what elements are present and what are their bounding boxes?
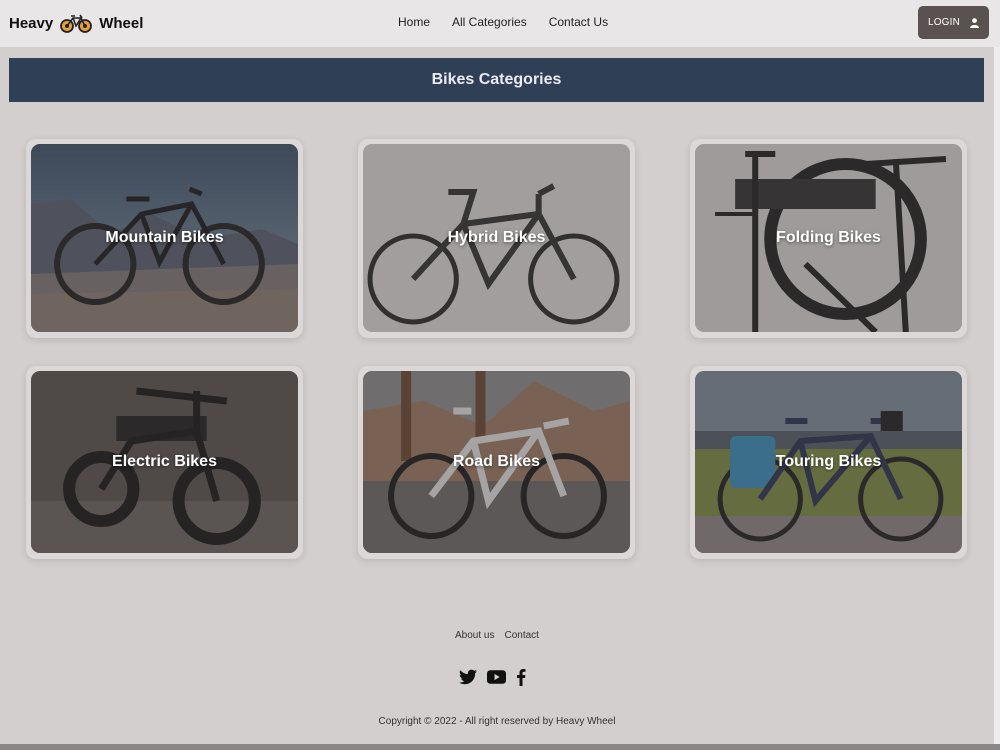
- youtube-icon[interactable]: [487, 670, 506, 684]
- footer-link-contact[interactable]: Contact: [504, 630, 538, 641]
- social-links: [459, 668, 526, 686]
- category-card-image: Touring Bikes: [695, 371, 962, 553]
- category-card-image: Hybrid Bikes: [363, 144, 630, 332]
- page-title: Bikes Categories: [431, 71, 562, 88]
- footer-links: About us Contact: [455, 630, 539, 641]
- category-label: Folding Bikes: [776, 229, 881, 246]
- category-card-image: Mountain Bikes: [31, 144, 298, 332]
- brand-name-right: Wheel: [99, 14, 144, 32]
- category-card-touring[interactable]: Touring Bikes: [690, 366, 967, 559]
- twitter-icon[interactable]: [459, 669, 477, 685]
- category-card-mountain[interactable]: Mountain Bikes: [26, 139, 303, 338]
- nav-menu: Home All Categories Contact Us: [398, 15, 608, 29]
- nav-link-contact-us[interactable]: Contact Us: [549, 15, 608, 29]
- login-button[interactable]: LOGIN: [918, 6, 989, 39]
- footer-link-about[interactable]: About us: [455, 630, 494, 641]
- category-label: Mountain Bikes: [105, 229, 224, 246]
- category-card-image: Road Bikes: [363, 371, 630, 553]
- category-label: Touring Bikes: [775, 453, 882, 470]
- category-label: Hybrid Bikes: [447, 229, 546, 246]
- category-card-image: Electric Bikes: [31, 371, 298, 553]
- navbar: Heavy Wheel Home All Categories Contact …: [0, 0, 1000, 47]
- facebook-icon[interactable]: [516, 668, 526, 686]
- nav-link-all-categories[interactable]: All Categories: [452, 15, 527, 29]
- window-bottom-edge: [0, 744, 1000, 750]
- category-card-road[interactable]: Road Bikes: [358, 366, 635, 559]
- page-title-banner: Bikes Categories: [9, 58, 984, 102]
- user-icon: [970, 17, 980, 28]
- scrollbar[interactable]: [994, 47, 1000, 744]
- category-label: Electric Bikes: [112, 453, 217, 470]
- category-label: Road Bikes: [452, 453, 541, 470]
- brand-name-left: Heavy: [9, 14, 54, 32]
- category-card-image: Folding Bikes: [695, 144, 962, 332]
- copyright-text: Copyright © 2022 - All right reserved by…: [378, 716, 616, 727]
- nav-link-home[interactable]: Home: [398, 15, 430, 29]
- brand-logo[interactable]: Heavy Wheel: [9, 10, 143, 36]
- login-button-label: LOGIN: [927, 17, 961, 28]
- category-card-electric[interactable]: Electric Bikes: [26, 366, 303, 559]
- bicycle-icon: [60, 14, 93, 33]
- category-card-hybrid[interactable]: Hybrid Bikes: [358, 139, 635, 338]
- category-card-folding[interactable]: Folding Bikes: [690, 139, 967, 338]
